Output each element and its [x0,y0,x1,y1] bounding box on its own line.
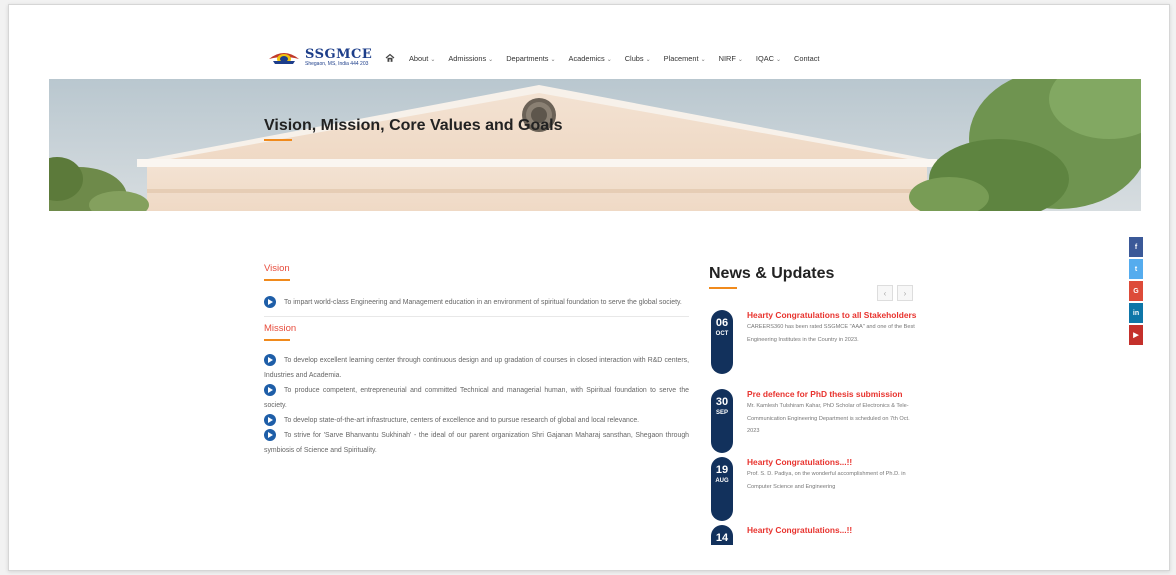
home-icon[interactable] [385,53,395,63]
arrow-circle-icon [264,296,276,309]
facebook-icon[interactable]: f [1129,237,1143,257]
section-divider [264,316,689,317]
vision-underline [264,279,290,281]
date-badge: 06 OCT [711,310,733,374]
news-panel: News & Updates ‹ › 06 OCT Hearty Congrat… [709,265,919,545]
news-next-button[interactable]: › [897,285,913,301]
news-title: News & Updates [709,265,835,282]
date-badge: 30 SEP [711,389,733,453]
logo-emblem-icon [269,53,299,64]
mission-heading: Mission [264,323,297,334]
arrow-circle-icon [264,354,276,367]
banner-building-image [49,79,1141,211]
date-badge: 14 [711,525,733,545]
news-body: Mr. Kamlesh Tulshiram Kahar, PhD Scholar… [747,403,910,434]
youtube-icon[interactable]: ▶ [1129,325,1143,345]
arrow-circle-icon [264,429,276,442]
mission-item: To develop excellent learning center thr… [264,353,689,383]
main-nav: About ⌄ Admissions ⌄ Departments ⌄ Academic… [385,51,832,65]
news-headline[interactable]: Hearty Congratulations...!! [747,525,919,535]
page-banner: Vision, Mission, Core Values and Goals [49,79,1141,211]
arrow-circle-icon [264,384,276,397]
nav-about[interactable]: About ⌄ [409,54,435,63]
nav-departments[interactable]: Departments ⌄ [506,54,555,63]
nav-academics[interactable]: Academics ⌄ [569,54,612,63]
linkedin-icon[interactable]: in [1129,303,1143,323]
arrow-circle-icon [264,414,276,427]
nav-contact[interactable]: Contact [794,54,819,63]
nav-placement[interactable]: Placement ⌄ [664,54,706,63]
nav-clubs[interactable]: Clubs ⌄ [625,54,651,63]
chevron-down-icon: ⌄ [737,56,743,63]
twitter-icon[interactable]: t [1129,259,1143,279]
mission-item: To strive for 'Sarve Bhanvantu Sukhinah'… [264,428,689,458]
social-sidebar: f t G in ▶ [1129,237,1143,347]
news-body: CAREERS360 has been rated SSGMCE "AAA" a… [747,324,915,343]
news-headline[interactable]: Hearty Congratulations...!! [747,457,919,467]
news-prev-button[interactable]: ‹ [877,285,893,301]
news-headline[interactable]: Pre defence for PhD thesis submission [747,389,919,399]
news-body: Prof. S. D. Padiya, on the wonderful acc… [747,471,906,490]
nav-nirf[interactable]: NIRF ⌄ [719,54,743,63]
chevron-down-icon: ⌄ [606,56,612,63]
news-carousel-controls: ‹ › [877,285,913,301]
logo-name: SSGMCE [305,46,373,62]
chevron-down-icon: ⌄ [775,56,781,63]
vision-item: To impart world-class Engineering and Ma… [264,295,689,310]
mission-item: To develop state-of-the-art infrastructu… [264,413,689,428]
page-title: Vision, Mission, Core Values and Goals [264,117,563,134]
chevron-down-icon: ⌄ [700,56,706,63]
vision-heading: Vision [264,263,290,274]
main-content: Vision To impart world-class Engineering… [264,263,689,458]
chevron-down-icon: ⌄ [430,56,436,63]
logo-subtitle: Shegaon, MS, India 444 203 [305,60,369,67]
browser-frame: SSGMCE Shegaon, MS, India 444 203 About ⌄… [8,4,1170,571]
chevron-down-icon: ⌄ [550,56,556,63]
title-underline [264,139,292,141]
news-headline[interactable]: Hearty Congratulations to all Stakeholde… [747,310,919,320]
site-logo[interactable]: SSGMCE Shegaon, MS, India 444 203 [267,45,377,69]
news-underline [709,287,737,289]
google-plus-icon[interactable]: G [1129,281,1143,301]
chevron-down-icon: ⌄ [488,56,494,63]
mission-item: To produce competent, entrepreneurial an… [264,383,689,413]
date-badge: 19 AUG [711,457,733,521]
chevron-down-icon: ⌄ [645,56,651,63]
nav-iqac[interactable]: IQAC ⌄ [756,54,781,63]
nav-admissions[interactable]: Admissions ⌄ [448,54,493,63]
